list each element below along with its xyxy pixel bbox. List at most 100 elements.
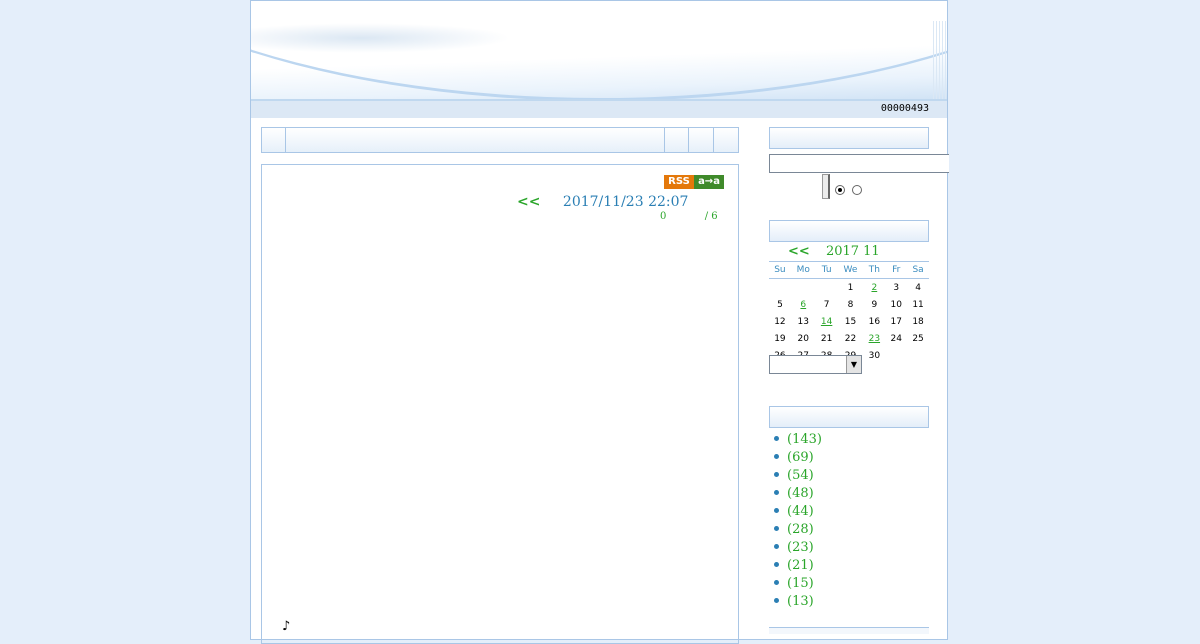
rss-badge[interactable]: RSS a→a <box>664 175 724 189</box>
calendar-day: 5 <box>777 299 783 310</box>
calendar-day: 4 <box>915 282 921 293</box>
category-item[interactable]: (21) <box>769 558 822 576</box>
calendar-day: 30 <box>868 350 881 361</box>
nav-item[interactable] <box>286 128 665 152</box>
category-item[interactable]: (54) <box>769 468 822 486</box>
nav-item[interactable] <box>689 128 714 152</box>
atom-label[interactable]: a→a <box>694 175 724 189</box>
calendar-header <box>769 220 929 242</box>
calendar-weekday-row: Su Mo Tu We Th Fr Sa <box>769 261 929 279</box>
calendar-nav: << 2017 11 <box>769 244 929 259</box>
category-item[interactable]: (28) <box>769 522 822 540</box>
calendar-day <box>769 279 791 297</box>
nav-item[interactable] <box>665 128 689 152</box>
bullet-icon <box>774 562 779 567</box>
calendar-day: 12 <box>774 316 786 327</box>
weekday-label: Su <box>769 261 791 279</box>
nav-bar <box>261 127 739 153</box>
calendar-day: 11 <box>912 299 924 310</box>
category-item[interactable]: (44) <box>769 504 822 522</box>
nav-item[interactable] <box>714 128 738 152</box>
category-item[interactable]: (69) <box>769 450 822 468</box>
bullet-icon <box>774 598 779 603</box>
category-count[interactable]: (21) <box>787 558 814 573</box>
search-button[interactable] <box>822 174 830 199</box>
weekday-label: We <box>837 261 864 279</box>
calendar-week: 5 6 7 8 9 10 11 <box>769 296 929 313</box>
calendar-day-link[interactable]: 14 <box>816 313 838 330</box>
calendar-day: 7 <box>823 299 830 310</box>
category-count[interactable]: (13) <box>787 594 814 609</box>
calendar-week: 1 2 3 4 <box>769 279 929 297</box>
calendar-day: 19 <box>774 333 786 344</box>
calendar-day: 24 <box>890 333 902 344</box>
calendar-day-link[interactable]: 6 <box>791 296 816 313</box>
entry-panel: RSS a→a << 2017/11/23 22:07 0 / 6 ♪ <box>261 164 739 644</box>
calendar-day <box>907 347 929 364</box>
search-scope-radio[interactable] <box>835 185 845 195</box>
header-banner <box>251 1 947 101</box>
calendar-day: 22 <box>844 333 857 344</box>
category-count[interactable]: (69) <box>787 450 814 465</box>
category-item[interactable]: (23) <box>769 540 822 558</box>
category-item[interactable]: (13) <box>769 594 822 612</box>
calendar-day: 20 <box>797 333 809 344</box>
rss-label[interactable]: RSS <box>664 175 694 189</box>
calendar-week: 19 20 21 22 23 24 25 <box>769 330 929 347</box>
category-list: (143) (69) (54) (48) (44) (28) (23) (21)… <box>769 432 822 612</box>
search-scope-radio[interactable] <box>852 185 862 195</box>
category-item[interactable]: (143) <box>769 432 822 450</box>
calendar-day: 3 <box>893 282 900 293</box>
category-count[interactable]: (15) <box>787 576 814 591</box>
bullet-icon <box>774 508 779 513</box>
weekday-label: Mo <box>790 261 816 279</box>
category-count[interactable]: (44) <box>787 504 814 519</box>
calendar-day: 15 <box>844 316 857 327</box>
calendar-day: 9 <box>871 299 878 310</box>
category-count[interactable]: (143) <box>787 432 822 447</box>
category-item[interactable]: (15) <box>769 576 822 594</box>
calendar-day: 13 <box>797 316 809 327</box>
calendar-table: Su Mo Tu We Th Fr Sa 1 2 3 4 5 6 7 8 9 1… <box>769 261 929 364</box>
calendar-week: 12 13 14 15 16 17 18 <box>769 313 929 330</box>
trackback-count[interactable]: / 6 <box>705 211 718 222</box>
calendar-day: 1 <box>847 282 854 293</box>
blog-page: 00000493 RSS a→a << 2017/11/23 22:07 0 /… <box>250 0 949 644</box>
category-count[interactable]: (54) <box>787 468 814 483</box>
calendar-day: 18 <box>912 316 924 327</box>
calendar-prev-link[interactable]: << <box>788 244 810 259</box>
entry-stats: 0 / 6 <box>660 211 718 222</box>
prev-entry-link[interactable]: << <box>517 194 540 210</box>
weekday-label: Fr <box>885 261 908 279</box>
calendar-day: 25 <box>912 333 924 344</box>
calendar-day-link[interactable]: 2 <box>863 279 885 297</box>
category-count[interactable]: (48) <box>787 486 814 501</box>
nav-item[interactable] <box>262 128 286 152</box>
bullet-icon <box>774 526 779 531</box>
calendar-day-link[interactable]: 23 <box>863 330 885 347</box>
month-archive-select[interactable]: ▼ <box>769 355 862 374</box>
bullet-icon <box>774 472 779 477</box>
entry-datetime: 2017/11/23 22:07 <box>562 194 689 210</box>
calendar-day <box>885 347 907 364</box>
note-symbol: ♪ <box>282 619 291 634</box>
bullet-icon <box>774 490 779 495</box>
search-box-header <box>769 127 929 149</box>
chevron-down-icon[interactable]: ▼ <box>846 356 861 373</box>
comment-count[interactable]: 0 <box>660 211 666 222</box>
entry-header: << 2017/11/23 22:07 <box>517 194 688 210</box>
calendar-day: 10 <box>890 299 902 310</box>
access-counter: 00000493 <box>880 103 929 114</box>
category-header <box>769 406 929 428</box>
calendar-day: 21 <box>820 333 833 344</box>
weekday-label: Tu <box>815 261 838 279</box>
bullet-icon <box>774 436 779 441</box>
calendar-day: 16 <box>868 316 881 327</box>
bullet-icon <box>774 544 779 549</box>
category-count[interactable]: (23) <box>787 540 814 555</box>
calendar-year-month[interactable]: 2017 11 <box>826 244 880 259</box>
category-item[interactable]: (48) <box>769 486 822 504</box>
category-count[interactable]: (28) <box>787 522 814 537</box>
search-input[interactable] <box>769 154 949 173</box>
calendar-day: 8 <box>847 299 854 310</box>
